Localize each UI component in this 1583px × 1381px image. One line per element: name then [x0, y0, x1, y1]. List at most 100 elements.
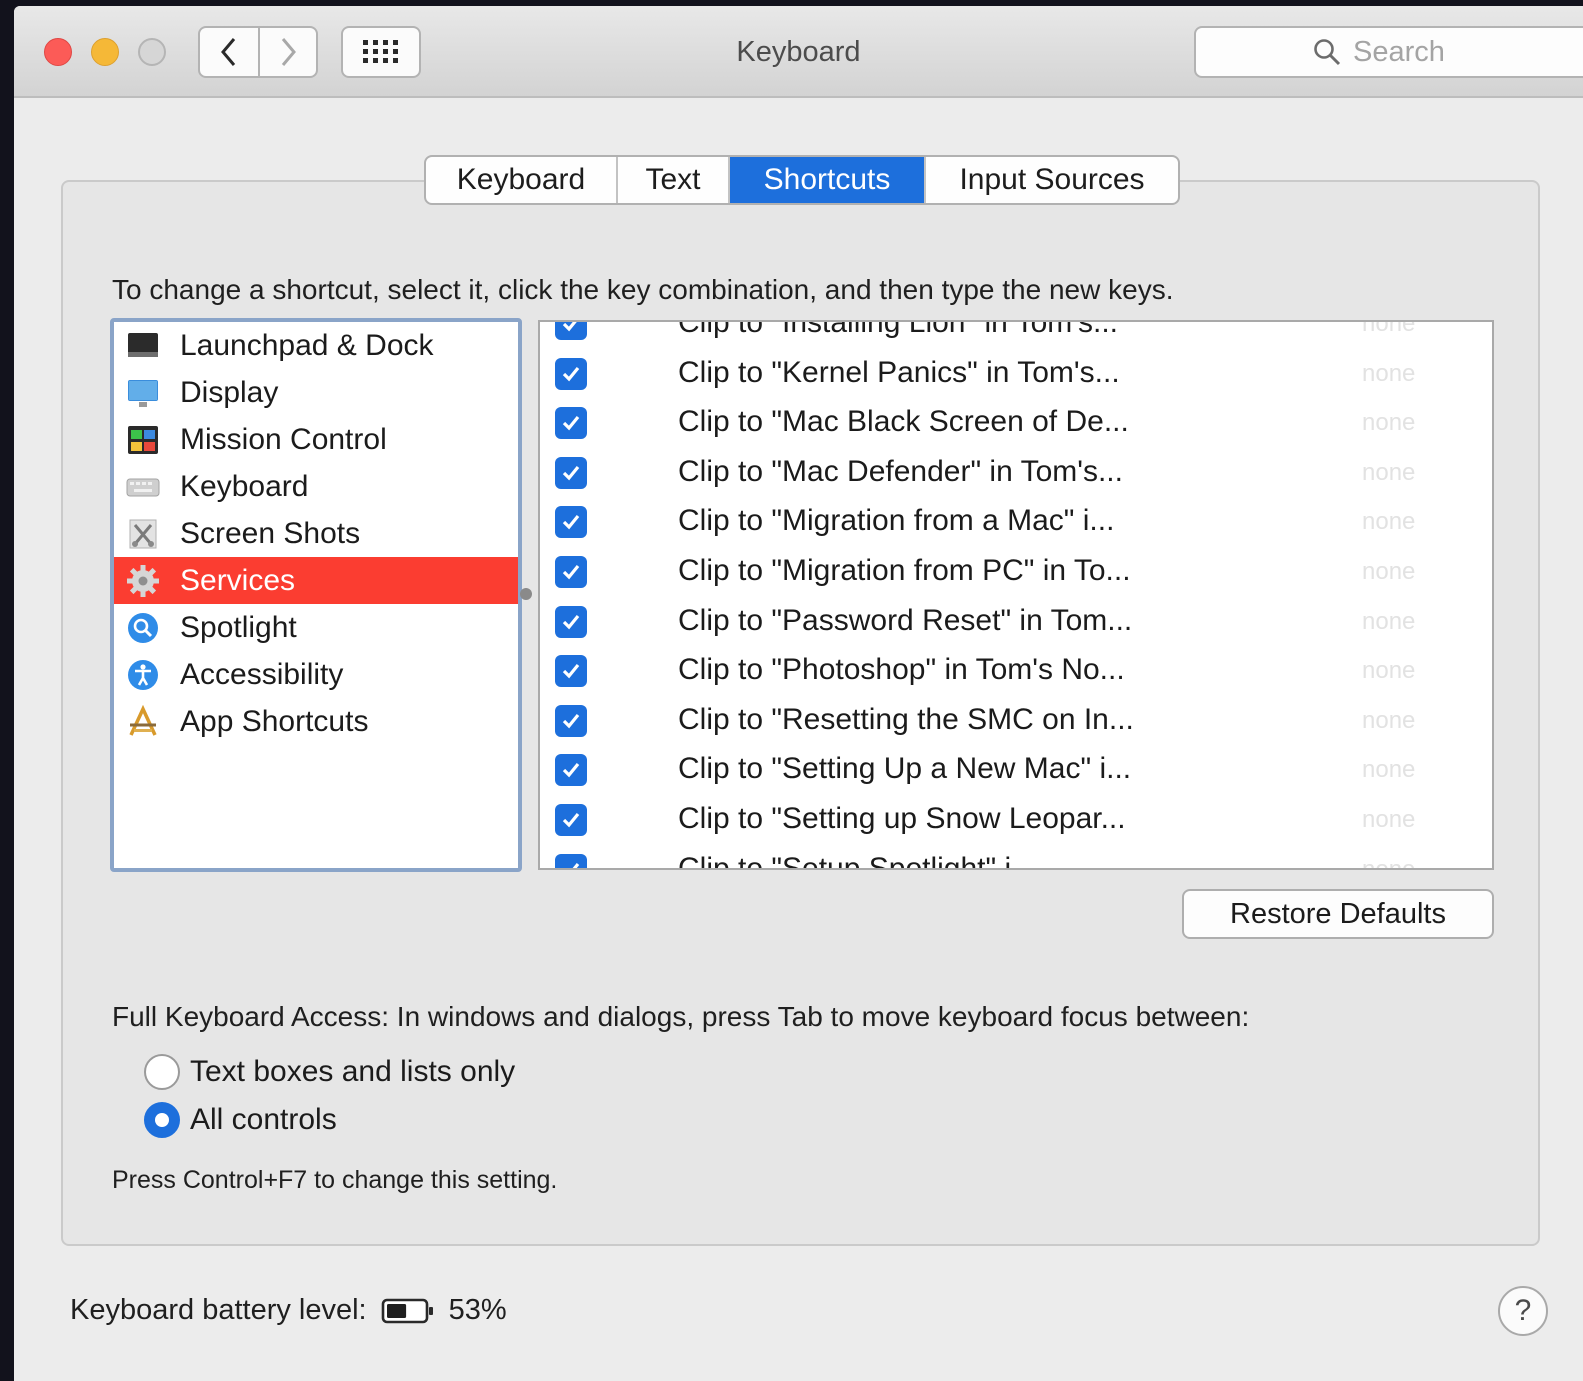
checkmark-icon: [562, 322, 577, 332]
category-item-app-shortcuts[interactable]: App Shortcuts: [114, 698, 518, 745]
service-shortcut-key[interactable]: none: [1362, 558, 1415, 586]
category-label: Keyboard: [180, 469, 309, 503]
service-shortcut-key[interactable]: none: [1362, 409, 1415, 437]
screen-shots-icon: [126, 517, 160, 551]
category-item-screen-shots[interactable]: Screen Shots: [114, 510, 518, 557]
category-list[interactable]: Launchpad & Dock Display Mission Control…: [110, 318, 522, 872]
checkmark-icon: [562, 763, 580, 778]
service-checkbox[interactable]: [555, 605, 587, 638]
service-checkbox[interactable]: [555, 456, 587, 489]
battery-percentage: 53%: [448, 1294, 507, 1326]
service-shortcut-key[interactable]: none: [1362, 459, 1415, 487]
restore-defaults-button[interactable]: Restore Defaults: [1182, 889, 1494, 939]
category-item-accessibility[interactable]: Accessibility: [114, 651, 518, 698]
title-bar: Keyboard Search: [14, 6, 1583, 98]
radio-all-controls[interactable]: All controls: [144, 1102, 337, 1138]
service-row[interactable]: Clip to "Kernel Panics" in Tom's... none: [540, 350, 1492, 400]
service-checkbox[interactable]: [555, 555, 587, 588]
service-row[interactable]: Clip to "Setup Spotlight" i... none: [540, 846, 1492, 868]
service-label: Clip to "Kernel Panics" in Tom's...: [678, 355, 1120, 389]
category-label: Launchpad & Dock: [180, 328, 434, 362]
magnifier-icon: [1314, 39, 1341, 66]
service-label: Clip to "Setting up Snow Leopar...: [678, 801, 1126, 835]
tab-shortcuts[interactable]: Shortcuts: [728, 157, 924, 203]
radio-button[interactable]: [144, 1054, 180, 1090]
launchpad-dock-icon: [126, 329, 160, 363]
service-label: Clip to "Mac Defender" in Tom's...: [678, 454, 1123, 488]
category-item-mission-control[interactable]: Mission Control: [114, 416, 518, 463]
service-label: Clip to "Setting Up a New Mac" i...: [678, 752, 1132, 786]
service-row[interactable]: Clip to "Setting up Snow Leopar... none: [540, 796, 1492, 846]
category-label: Display: [180, 375, 279, 409]
service-checkbox[interactable]: [555, 655, 587, 688]
category-item-keyboard[interactable]: Keyboard: [114, 463, 518, 510]
show-all-button[interactable]: [341, 26, 421, 78]
service-shortcut-key[interactable]: none: [1362, 322, 1415, 338]
minimize-button[interactable]: [91, 38, 119, 66]
control-f7-note: Press Control+F7 to change this setting.: [112, 1166, 558, 1194]
service-label: Clip to "Migration from a Mac" i...: [678, 504, 1115, 538]
service-checkbox[interactable]: [555, 803, 587, 836]
service-row[interactable]: Clip to "Mac Defender" in Tom's... none: [540, 449, 1492, 499]
battery-label: Keyboard battery level:: [70, 1294, 367, 1326]
checkmark-icon: [562, 713, 580, 729]
service-checkbox[interactable]: [555, 357, 587, 390]
service-shortcut-key[interactable]: none: [1362, 806, 1415, 834]
search-field[interactable]: Search: [1194, 26, 1583, 78]
service-row[interactable]: Clip to "Photoshop" in Tom's No... none: [540, 647, 1492, 697]
close-button[interactable]: [44, 38, 72, 66]
service-label: Clip to "Installing Lion" in Tom's...: [678, 320, 1119, 339]
radio-button[interactable]: [144, 1102, 180, 1138]
service-shortcut-key[interactable]: none: [1362, 756, 1415, 784]
checkmark-icon: [562, 564, 580, 580]
service-row[interactable]: Clip to "Migration from PC" in To... none: [540, 548, 1492, 598]
service-checkbox[interactable]: [555, 322, 587, 340]
tab-keyboard[interactable]: Keyboard: [426, 157, 616, 203]
tab-input-sources[interactable]: Input Sources: [924, 157, 1178, 203]
service-shortcut-key[interactable]: none: [1362, 508, 1415, 536]
service-label: Clip to "Migration from PC" in To...: [678, 553, 1131, 587]
service-shortcut-key[interactable]: none: [1362, 657, 1415, 685]
help-button[interactable]: ?: [1498, 1286, 1548, 1336]
chevron-right-icon: [281, 38, 296, 66]
category-item-launchpad-dock[interactable]: Launchpad & Dock: [114, 322, 518, 369]
category-item-services[interactable]: Services: [114, 557, 518, 604]
list-splitter-handle[interactable]: [520, 588, 532, 600]
checkmark-icon: [562, 366, 580, 381]
services-list[interactable]: Clip to "Installing Lion" in Tom's... non…: [538, 320, 1494, 870]
category-item-display[interactable]: Display: [114, 369, 518, 416]
checkmark-icon: [562, 664, 580, 679]
service-row[interactable]: Clip to "Installing Lion" in Tom's... non…: [540, 320, 1492, 350]
shortcut-instructions: To change a shortcut, select it, click t…: [112, 274, 1174, 305]
keyboard-preferences-window: Keyboard Search Keyboard Text Shortcuts …: [14, 6, 1583, 1381]
service-row[interactable]: Clip to "Password Reset" in Tom... none: [540, 598, 1492, 648]
full-keyboard-access-label: Full Keyboard Access: In windows and dia…: [112, 1001, 1250, 1032]
tab-bar: Keyboard Text Shortcuts Input Sources: [424, 155, 1180, 205]
service-row[interactable]: Clip to "Setting Up a New Mac" i... none: [540, 746, 1492, 796]
service-row[interactable]: Clip to "Resetting the SMC on In... none: [540, 697, 1492, 747]
checkmark-icon: [562, 515, 580, 530]
service-checkbox[interactable]: [555, 754, 587, 787]
zoom-button[interactable]: [138, 38, 166, 66]
service-checkbox[interactable]: [555, 407, 587, 440]
service-shortcut-key[interactable]: none: [1362, 856, 1415, 868]
service-label: Clip to "Mac Black Screen of De...: [678, 405, 1129, 439]
service-shortcut-key[interactable]: none: [1362, 360, 1415, 388]
forward-button[interactable]: [258, 28, 316, 76]
service-row[interactable]: Clip to "Migration from a Mac" i... none: [540, 498, 1492, 548]
radio-text-boxes-only[interactable]: Text boxes and lists only: [144, 1054, 515, 1090]
checkmark-icon: [562, 812, 580, 828]
category-label: Screen Shots: [180, 516, 361, 550]
accessibility-icon: [126, 658, 160, 692]
category-item-spotlight[interactable]: Spotlight: [114, 604, 518, 651]
back-button[interactable]: [200, 28, 258, 76]
services-rows: Clip to "Installing Lion" in Tom's... non…: [540, 320, 1492, 868]
service-row[interactable]: Clip to "Mac Black Screen of De... none: [540, 399, 1492, 449]
service-label: Clip to "Password Reset" in Tom...: [678, 603, 1133, 637]
service-checkbox[interactable]: [555, 506, 587, 539]
tab-text[interactable]: Text: [616, 157, 728, 203]
service-shortcut-key[interactable]: none: [1362, 608, 1415, 636]
service-checkbox[interactable]: [555, 704, 587, 737]
service-shortcut-key[interactable]: none: [1362, 707, 1415, 735]
service-checkbox[interactable]: [555, 853, 587, 868]
